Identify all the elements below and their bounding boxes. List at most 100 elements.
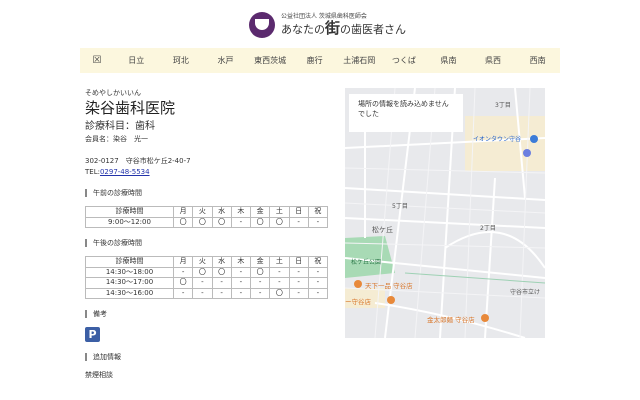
map-poi: 天下一品 守谷店 xyxy=(365,282,413,290)
day-cell: - xyxy=(307,287,329,299)
nav-item-tozai-ibaraki[interactable]: 東西茨城 xyxy=(248,55,293,66)
day-cell: - xyxy=(288,216,309,228)
nav-item-kennan[interactable]: 県南 xyxy=(426,55,471,66)
day-cell: - xyxy=(288,277,309,289)
time-cell: 診療時間 xyxy=(85,256,174,268)
time-cell: 14:30〜17:00 xyxy=(85,277,174,289)
clinic-info: そめやしかいいん 染谷歯科医院 診療科目：歯科 会員名：染谷 光一 302-01… xyxy=(85,88,335,380)
nav-item-tsuchiura-ishioka[interactable]: 土浦石岡 xyxy=(337,55,382,66)
am-hours-table: 診療時間月火水木金土日祝 9:00〜12:00 〇〇〇 - 〇〇 - - xyxy=(85,206,329,228)
time-cell: 診療時間 xyxy=(85,206,174,218)
map-label: 5丁目 xyxy=(392,203,408,210)
day-cell: - xyxy=(249,277,271,289)
time-cell: 14:30〜18:00 xyxy=(85,266,174,278)
logo-icon xyxy=(249,12,275,38)
day-cell: 月 xyxy=(172,256,194,268)
day-cell: 金 xyxy=(249,206,271,218)
day-cell: 〇 xyxy=(192,216,213,228)
map-label: 守谷市立け xyxy=(510,289,541,296)
extra-text: 禁煙相談 xyxy=(85,371,113,379)
day-cell: - xyxy=(307,266,329,278)
map-label: 3丁目 xyxy=(495,102,511,109)
day-cell: 土 xyxy=(269,256,290,268)
day-cell: 木 xyxy=(230,206,252,218)
day-cell: 〇 xyxy=(269,216,290,228)
map-label: イオンタウン守谷 xyxy=(473,136,522,143)
day-cell: 〇 xyxy=(249,216,271,228)
day-cell: 金 xyxy=(249,256,271,268)
extra-heading: 追加情報 xyxy=(85,353,335,361)
nav-item-kensei[interactable]: 県西 xyxy=(471,55,516,66)
home-icon[interactable]: ☒ xyxy=(80,55,114,66)
day-cell: - xyxy=(249,287,271,299)
day-cell: 火 xyxy=(192,206,213,218)
day-cell: - xyxy=(192,277,213,289)
day-cell: 水 xyxy=(211,206,232,218)
pm-hours-table: 診療時間月火水木金土日祝 14:30〜18:00- 〇〇 - 〇 - - -14:30〜17:… xyxy=(85,256,329,299)
map[interactable]: 3丁目 イオンタウン守谷 5丁目 松ケ丘 2丁目 松ケ丘公園 天下一品 守谷店 … xyxy=(345,88,545,338)
clinic-kana: そめやしかいいん xyxy=(85,89,141,97)
day-cell: 〇 xyxy=(211,266,232,278)
hours-header-row: 診療時間月火水木金土日祝 xyxy=(85,206,329,218)
clinic-member: 会員名：染谷 光一 xyxy=(85,135,148,143)
day-cell: - xyxy=(230,216,252,228)
day-cell: 火 xyxy=(192,256,213,268)
pm-hours-heading: 午後の診療時間 xyxy=(85,239,335,247)
map-poi: 金太郎麺 守谷店 xyxy=(427,316,475,324)
day-cell: - xyxy=(211,277,232,289)
nav-item-rokko[interactable]: 鹿行 xyxy=(292,55,337,66)
map-label: 松ケ丘公園 xyxy=(351,259,382,266)
clinic-address: 302-0127 守谷市松ケ丘2-40-7 xyxy=(85,157,191,165)
clinic-department: 診療科目：歯科 xyxy=(85,121,155,132)
hours-row: 14:30〜17:00 〇 - - - - - - - xyxy=(85,277,329,289)
clinic-name: 染谷歯科医院 xyxy=(85,99,176,117)
day-cell: - xyxy=(172,266,194,278)
notes-heading: 備考 xyxy=(85,310,335,318)
day-cell: 日 xyxy=(288,256,309,268)
day-cell: - xyxy=(288,266,309,278)
am-hours-heading: 午前の診療時間 xyxy=(85,189,335,197)
map-poi: ー守谷店 xyxy=(345,298,371,306)
day-cell: - xyxy=(269,266,290,278)
hours-header-row: 診療時間月火水木金土日祝 xyxy=(85,256,329,268)
day-cell: - xyxy=(288,287,309,299)
day-cell: 〇 xyxy=(192,266,213,278)
day-cell: 日 xyxy=(288,206,309,218)
day-cell: 〇 xyxy=(249,266,271,278)
time-cell: 14:30〜16:00 xyxy=(85,287,174,299)
site-logo[interactable]: 公益社団法人 茨城県歯科医師会 あなたの街の歯医者さん xyxy=(249,12,406,38)
hours-row: 14:30〜16:00- - - - - 〇 - - xyxy=(85,287,329,299)
region-nav: ☒ 日立 珂北 水戸 東西茨城 鹿行 土浦石岡 つくば 県南 県西 西南 xyxy=(80,48,560,73)
day-cell: 月 xyxy=(172,206,194,218)
day-cell: - xyxy=(211,287,232,299)
day-cell: 祝 xyxy=(307,206,329,218)
clinic-tel: TEL:0297-48-5534 xyxy=(85,168,150,176)
nav-item-mito[interactable]: 水戸 xyxy=(203,55,248,66)
day-cell: 〇 xyxy=(269,287,290,299)
day-cell: - xyxy=(192,287,213,299)
day-cell: 〇 xyxy=(172,216,194,228)
nav-item-seinan[interactable]: 西南 xyxy=(515,55,560,66)
logo-title: あなたの街の歯医者さん xyxy=(281,19,407,37)
hours-row: 9:00〜12:00 〇〇〇 - 〇〇 - - xyxy=(85,216,329,228)
day-cell: 土 xyxy=(269,206,290,218)
day-cell: - xyxy=(307,277,329,289)
day-cell: - xyxy=(269,277,290,289)
hours-row: 14:30〜18:00- 〇〇 - 〇 - - - xyxy=(85,266,329,278)
parking-icon: P xyxy=(85,327,100,342)
map-label: 2丁目 xyxy=(480,225,496,232)
map-label: 松ケ丘 xyxy=(372,226,393,234)
day-cell: - xyxy=(230,266,252,278)
nav-item-hitachi[interactable]: 日立 xyxy=(114,55,159,66)
day-cell: 〇 xyxy=(172,277,194,289)
nav-item-kahoku[interactable]: 珂北 xyxy=(159,55,204,66)
tel-link[interactable]: 0297-48-5534 xyxy=(100,168,150,176)
day-cell: - xyxy=(307,216,329,228)
day-cell: 〇 xyxy=(211,216,232,228)
day-cell: 祝 xyxy=(307,256,329,268)
site-header: 公益社団法人 茨城県歯科医師会 あなたの街の歯医者さん xyxy=(0,0,640,48)
nav-item-tsukuba[interactable]: つくば xyxy=(382,55,427,66)
time-cell: 9:00〜12:00 xyxy=(85,216,174,228)
day-cell: - xyxy=(230,287,252,299)
map-error-message: 場所の情報を読み込めませんでした xyxy=(349,94,463,132)
